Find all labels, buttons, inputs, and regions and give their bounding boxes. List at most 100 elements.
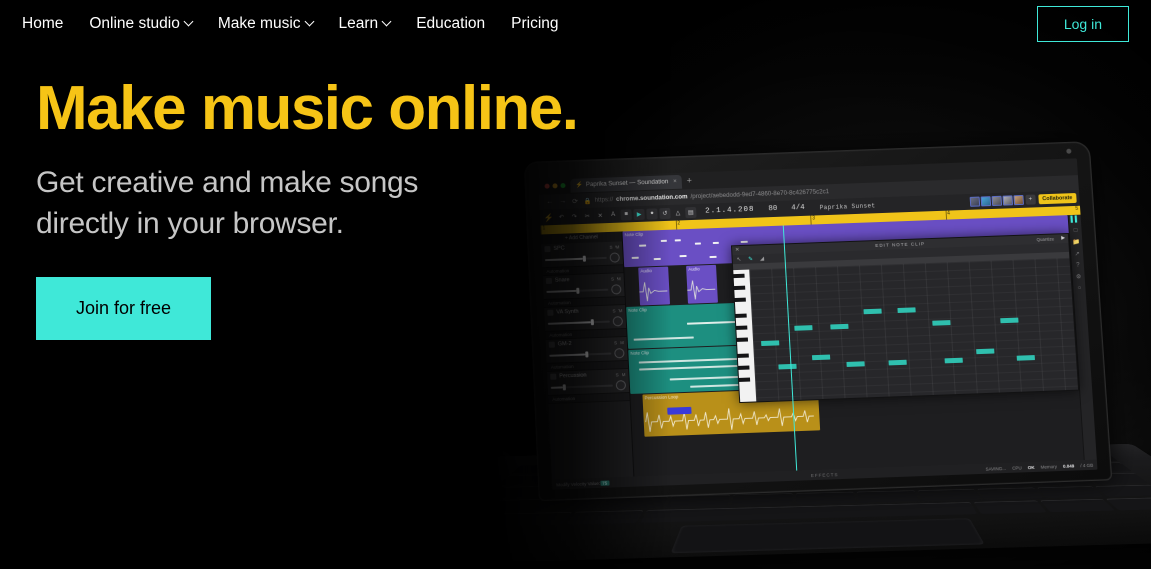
pan-knob[interactable] xyxy=(612,316,624,327)
velocity-tool-icon[interactable]: ◢ xyxy=(760,256,765,262)
project-name: Paprika Sunset xyxy=(819,201,876,211)
new-tab-button[interactable]: + xyxy=(686,175,692,185)
nav-item-make-music[interactable]: Make music xyxy=(217,15,314,33)
mute-button[interactable]: M xyxy=(617,276,621,281)
mute-button[interactable]: M xyxy=(618,308,622,313)
pan-knob[interactable] xyxy=(611,284,622,295)
record-button[interactable]: ● xyxy=(646,207,658,220)
chevron-down-icon xyxy=(381,16,392,26)
landing-page: ⚡ Paprika Sunset — Soundation × + ← → ⟳ xyxy=(0,0,1151,569)
clip-audio[interactable]: Audio xyxy=(686,264,718,304)
close-tab-icon[interactable]: × xyxy=(673,178,677,185)
daw-workspace: + Add Channel SPC S M Automation Snare S… xyxy=(540,214,1097,480)
clip-audio[interactable]: Audio xyxy=(638,266,671,306)
nav-item-pricing[interactable]: Pricing xyxy=(511,15,558,33)
url-host: chrome.soundation.com xyxy=(615,193,688,203)
settings-icon[interactable]: ⚙ xyxy=(1076,273,1082,280)
solo-button[interactable]: S xyxy=(614,340,617,345)
waveform xyxy=(687,278,717,302)
saving-status: SAVING... xyxy=(985,465,1007,472)
volume-fader[interactable] xyxy=(549,351,612,358)
collaborator-avatars xyxy=(969,194,1024,207)
solo-button[interactable]: S xyxy=(615,372,618,377)
cpu-value: OK xyxy=(1027,464,1035,470)
browser-tab-title: Paprika Sunset — Soundation xyxy=(585,178,669,189)
solo-button[interactable]: S xyxy=(609,244,612,249)
mixer-icon[interactable]: ▌▌ xyxy=(1070,217,1079,223)
piano-roll-grid[interactable] xyxy=(749,257,1079,402)
url-prefix: https:// xyxy=(594,196,614,204)
ruler-mark: 3 xyxy=(812,215,816,222)
circle-icon[interactable]: ○ xyxy=(1077,285,1081,291)
nav-items: Home Online studio Make music Learn Educ… xyxy=(22,15,559,33)
close-icon[interactable]: ✕ xyxy=(735,247,740,253)
solo-button[interactable]: S xyxy=(611,276,614,281)
channel-strip-gm-2[interactable]: GM-2 S M xyxy=(545,336,628,364)
pan-knob[interactable] xyxy=(614,348,625,359)
avatar[interactable] xyxy=(980,196,991,207)
avatar[interactable] xyxy=(969,196,980,207)
nav-label: Make music xyxy=(217,15,301,32)
loop-button[interactable]: ↺ xyxy=(659,207,671,219)
hero-subtitle-line-2: directly in your browser. xyxy=(36,207,344,241)
memory-label: Memory xyxy=(1040,463,1058,470)
nav-item-online-studio[interactable]: Online studio xyxy=(89,15,194,33)
arrangement-view[interactable]: Note Clip Audio Audio Note Clip Note Cli… xyxy=(622,215,1084,477)
selected-note[interactable] xyxy=(667,406,692,415)
nav-item-learn[interactable]: Learn xyxy=(339,15,392,33)
time-signature-display[interactable]: 4/4 xyxy=(791,204,805,212)
mute-button[interactable]: M xyxy=(615,244,619,249)
bpm-display[interactable]: 80 xyxy=(768,205,777,213)
page-title: Make music online. xyxy=(36,74,579,143)
stop-button[interactable]: ■ xyxy=(620,208,632,221)
help-icon[interactable]: ? xyxy=(1076,262,1080,268)
nav-label: Online studio xyxy=(89,15,180,32)
effects-label[interactable]: EFFECTS xyxy=(811,472,839,478)
nav-item-home[interactable]: Home xyxy=(22,15,63,33)
mute-button[interactable]: M xyxy=(621,372,625,377)
piano-roll-editor[interactable]: ✕ EDIT NOTE CLIP Quantize ▶ ↖ ✎ ◢ xyxy=(730,232,1080,404)
login-button[interactable]: Log in xyxy=(1036,6,1129,42)
channel-name: GM-2 xyxy=(557,340,572,348)
avatar[interactable] xyxy=(1013,194,1024,206)
pan-knob[interactable] xyxy=(609,252,620,263)
volume-fader[interactable] xyxy=(550,384,613,391)
avatar[interactable] xyxy=(991,195,1002,207)
timecode-display[interactable]: 2.1.4.208 xyxy=(705,206,755,216)
join-for-free-button[interactable]: Join for free xyxy=(36,276,212,340)
preview-play-icon[interactable]: ▶ xyxy=(1061,235,1065,241)
expand-icon[interactable]: ↗ xyxy=(1074,250,1079,257)
memory-total: / 4 GB xyxy=(1080,462,1094,468)
nav-item-education[interactable]: Education xyxy=(416,15,485,33)
cut-tool-icon[interactable]: ✂ xyxy=(582,210,593,221)
modify-velocity-label: Modify Velocity Value: xyxy=(556,480,601,487)
trackpad xyxy=(671,517,985,553)
hero-subtitle-line-1: Get creative and make songs xyxy=(36,166,419,199)
square-icon[interactable]: □ xyxy=(1074,228,1078,234)
instrument-icon xyxy=(550,373,557,380)
add-collaborator-icon[interactable]: + xyxy=(1025,194,1036,205)
metronome-icon[interactable]: △ xyxy=(672,207,683,218)
solo-button[interactable]: S xyxy=(612,308,615,313)
delete-tool-icon[interactable]: ✕ xyxy=(595,210,606,221)
collaborate-button[interactable]: Collaborate xyxy=(1038,193,1077,205)
automation-lane[interactable]: Automation xyxy=(548,393,630,405)
avatar[interactable] xyxy=(1002,195,1013,206)
pan-knob[interactable] xyxy=(615,380,627,391)
folder-icon[interactable]: 📁 xyxy=(1072,239,1080,246)
main-navigation: Home Online studio Make music Learn Educ… xyxy=(0,0,1151,48)
ruler-mark: 4 xyxy=(947,210,951,217)
pencil-tool-icon[interactable]: ✎ xyxy=(748,256,753,262)
mute-button[interactable]: M xyxy=(620,340,624,345)
quantize-label[interactable]: Quantize xyxy=(1036,235,1054,245)
url-path: /project/aebedodd-9ed7-4860-8e70-8c42677… xyxy=(690,188,830,201)
velocity-value[interactable]: 75 xyxy=(599,479,610,486)
lock-icon: 🔒 xyxy=(583,197,592,205)
text-tool-icon[interactable]: A xyxy=(607,209,618,220)
channel-strip-percussion[interactable]: Percussion S M xyxy=(547,368,630,396)
select-tool-icon[interactable]: ↖ xyxy=(737,256,742,262)
nav-label: Education xyxy=(416,15,486,32)
chevron-down-icon xyxy=(183,16,194,26)
save-icon[interactable]: ▤ xyxy=(685,206,697,218)
play-button[interactable]: ▶ xyxy=(633,208,645,220)
